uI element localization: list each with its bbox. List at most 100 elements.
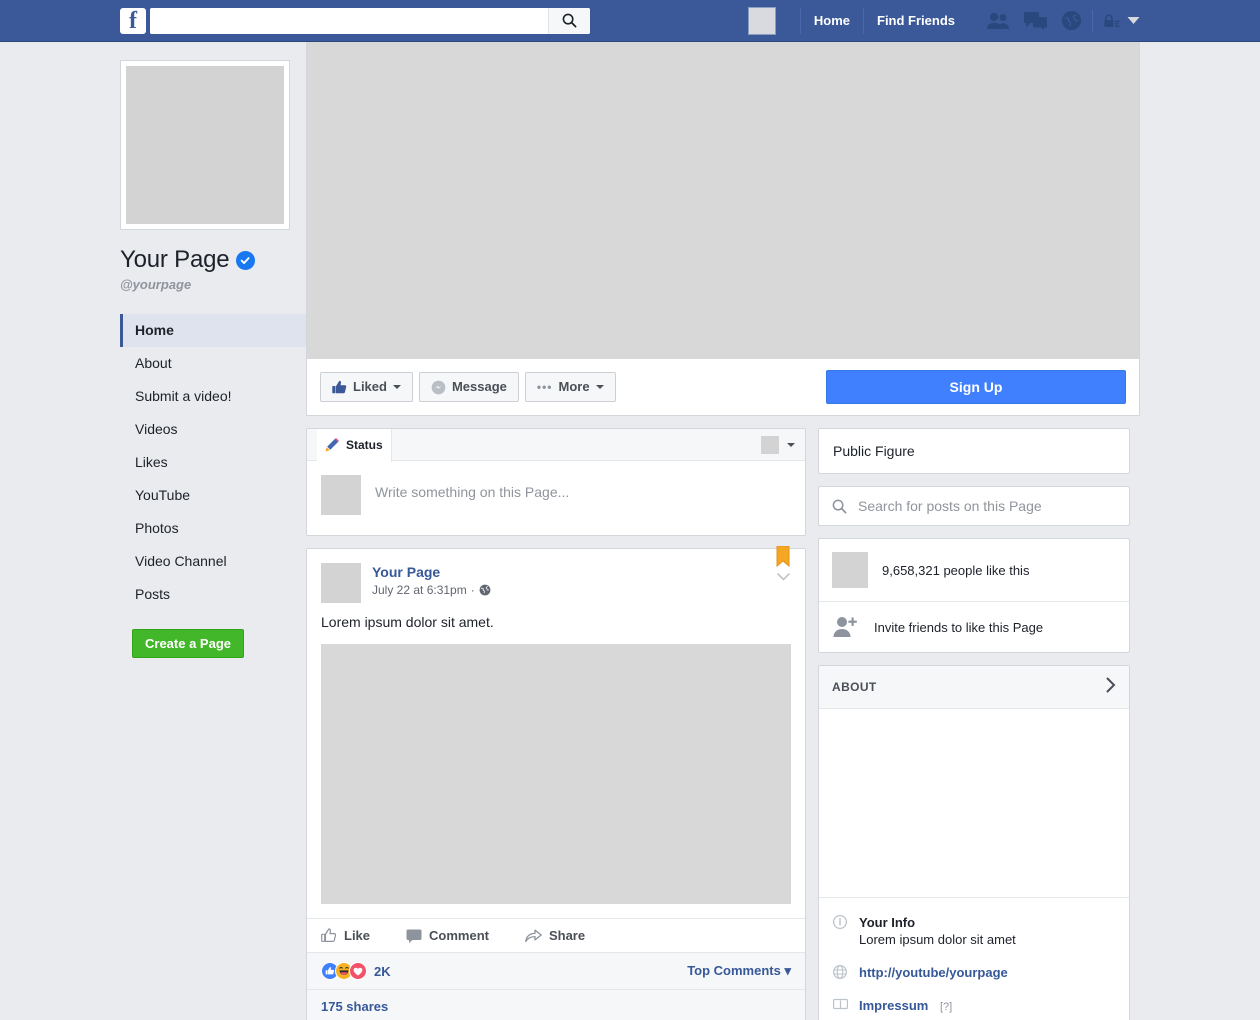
composer-tab-label: Status [346,438,383,452]
post-author-avatar[interactable] [321,563,361,603]
post-image[interactable] [321,644,791,904]
more-button[interactable]: ••• More [524,372,616,402]
friend-requests-icon[interactable] [986,12,1010,30]
sidebar-item-about[interactable]: About [120,347,306,380]
chevron-down-icon [1127,17,1140,24]
privacy-lock-icon [1104,13,1120,27]
post-like-button[interactable]: Like [321,928,370,943]
post-comment-label: Comment [429,928,489,943]
reaction-badges[interactable] [321,962,367,980]
post-options-chevron-icon[interactable] [777,569,790,584]
likes-thumbnail [832,552,868,588]
top-comments-label: Top Comments [687,963,781,978]
ellipsis-icon: ••• [536,380,553,394]
notifications-globe-icon[interactable] [1061,10,1082,31]
composer-avatar [321,475,361,515]
tab-status[interactable]: Status [317,428,392,462]
about-section-header[interactable]: ABOUT [819,666,1129,709]
public-globe-icon[interactable] [479,584,491,596]
page-identity: Your Page [120,246,306,274]
post-timestamp[interactable]: July 22 at 6:31pm [372,583,467,597]
right-column: Public Figure Search for posts on this P… [818,428,1130,1020]
verified-badge-icon [236,250,256,270]
nav-link-home[interactable]: Home [799,7,863,34]
cover-photo[interactable] [307,42,1139,359]
pinned-post-flag-icon [775,545,791,571]
global-search[interactable] [150,7,590,34]
sidebar-item-videos[interactable]: Videos [120,413,306,446]
create-a-page-button[interactable]: Create a Page [132,629,244,658]
about-website-row[interactable]: http://youtube/yourpage [819,956,1129,989]
liked-button[interactable]: Liked [320,372,413,402]
search-input[interactable] [150,7,548,34]
status-composer-card: Status Write something on this Page... [306,428,806,536]
facebook-logo-icon[interactable]: f [120,7,146,34]
sign-up-cta-button[interactable]: Sign Up [826,370,1126,404]
share-arrow-icon [525,929,542,942]
main-column: Liked Message ••• More Sign Up Status Wr… [306,42,1140,1020]
message-button[interactable]: Message [418,372,519,402]
post-reaction-bar: 2K Top Comments ▾ [307,952,805,989]
page-action-bar: Liked Message ••• More Sign Up [307,359,1139,415]
post-comment-button[interactable]: Comment [406,928,489,943]
about-website-link[interactable]: http://youtube/yourpage [859,964,1008,981]
sidebar-item-likes[interactable]: Likes [120,446,306,479]
page-search-card: Search for posts on this Page [818,486,1130,526]
privacy-shortcuts-button[interactable] [1103,13,1140,29]
page-category-card: Public Figure [818,428,1130,474]
sidebar-item-submit-a-video[interactable]: Submit a video! [120,380,306,413]
page-likes-row: 9,658,321 people like this [819,539,1129,602]
page-likes-count-text: 9,658,321 people like this [882,562,1030,578]
cover-card: Liked Message ••• More Sign Up [306,42,1140,416]
composer-input[interactable]: Write something on this Page... [375,475,569,500]
comment-icon [406,929,422,943]
about-impressum-link[interactable]: Impressum [859,998,928,1013]
page-title: Your Page [120,246,230,273]
sidebar-item-video-channel[interactable]: Video Channel [120,545,306,578]
nav-profile-avatar[interactable] [747,6,776,35]
message-button-label: Message [451,379,507,394]
composer-body: Write something on this Page... [307,461,805,535]
reaction-love-icon [349,962,367,980]
page-search-input[interactable]: Search for posts on this Page [819,487,1129,525]
sidebar-item-photos[interactable]: Photos [120,512,306,545]
about-impressum-row[interactable]: Impressum [?] [819,989,1129,1020]
page-category-label: Public Figure [833,443,915,459]
reaction-count[interactable]: 2K [374,964,391,979]
sidebar-item-youtube[interactable]: YouTube [120,479,306,512]
page-handle: @yourpage [120,277,192,292]
nav-link-find-friends[interactable]: Find Friends [863,7,968,34]
search-icon [562,13,577,28]
search-button[interactable] [548,7,590,34]
liked-button-label: Liked [353,379,387,394]
top-comments-selector[interactable]: Top Comments ▾ [687,963,791,979]
about-details: Your Info Lorem ipsum dolor sit amet htt… [819,897,1129,1020]
messages-icon[interactable] [1024,11,1047,30]
chevron-down-icon [787,442,795,447]
impressum-help-icon[interactable]: [?] [940,1001,952,1013]
invite-friends-label: Invite friends to like this Page [874,619,1044,635]
globe-icon [832,964,848,979]
invite-friends-row[interactable]: Invite friends to like this Page [819,602,1129,652]
thumbs-up-icon [332,380,347,394]
chevron-down-icon [392,385,401,389]
about-info-row[interactable]: Your Info Lorem ipsum dolor sit amet [819,906,1129,956]
sidebar-item-posts[interactable]: Posts [120,578,306,611]
sidebar-item-home[interactable]: Home [120,314,306,347]
about-section-title: ABOUT [832,680,877,694]
about-card: ABOUT Your Info Lorem ipsum dolor sit am… [818,665,1130,1020]
post-like-label: Like [344,928,371,943]
post-author-name[interactable]: Your Page [372,563,491,581]
post-card: Your Page July 22 at 6:31pm · Lorem ipsu… [306,545,806,1020]
composer-audience-selector[interactable] [761,435,795,454]
book-icon [832,997,848,1010]
page-profile-photo[interactable] [120,60,290,230]
feed-column: Status Write something on this Page... Y… [306,428,806,1020]
about-info-subtitle: Lorem ipsum dolor sit amet [859,932,1016,947]
about-map-placeholder[interactable] [819,709,1129,897]
post-share-button[interactable]: Share [525,928,585,943]
chevron-right-icon [1106,677,1116,697]
post-shares-count[interactable]: 175 shares [307,989,805,1020]
messenger-icon [431,380,446,394]
post-action-bar: Like Comment Share [307,918,805,952]
